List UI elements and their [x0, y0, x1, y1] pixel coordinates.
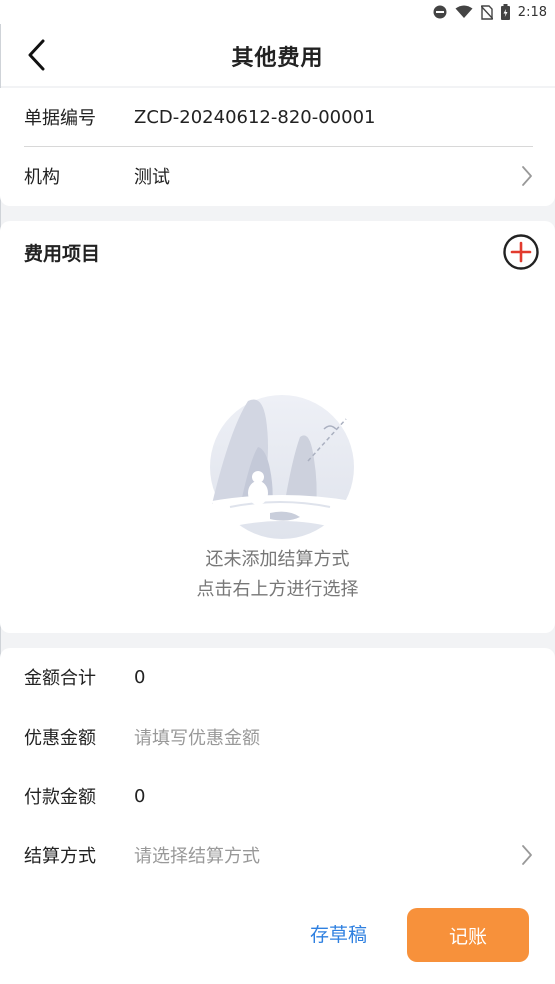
total-amount-label: 金额合计	[24, 668, 96, 689]
footer-actions: 存草稿 记账	[0, 908, 555, 962]
organization-label: 机构	[24, 167, 60, 188]
wifi-icon	[455, 5, 473, 18]
header-bar: 其他费用	[0, 24, 555, 86]
total-amount-value: 0	[134, 666, 146, 688]
post-button[interactable]: 记账	[407, 908, 529, 962]
settlement-method-row[interactable]: 结算方式 请选择结算方式	[0, 826, 555, 884]
discount-amount-label: 优惠金额	[24, 728, 96, 749]
document-number-value: ZCD-20240612-820-00001	[134, 106, 376, 128]
chevron-right-icon	[522, 845, 532, 865]
document-number-label: 单据编号	[24, 108, 96, 129]
organization-row[interactable]: 机构 测试	[0, 147, 555, 205]
payment-amount-row: 付款金额 0	[0, 767, 555, 825]
discount-amount-row[interactable]: 优惠金额 请填写优惠金额	[0, 708, 555, 766]
document-number-row: 单据编号 ZCD-20240612-820-00001	[0, 88, 555, 146]
payment-amount-value: 0	[134, 785, 146, 807]
status-icons: 2:18	[433, 2, 547, 22]
page-title: 其他费用	[231, 46, 324, 71]
settlement-method-label: 结算方式	[24, 846, 96, 867]
clock-text: 2:18	[517, 4, 547, 20]
expense-items-title: 费用项目	[24, 243, 101, 265]
do-not-disturb-icon	[433, 5, 447, 19]
empty-state-illustration	[210, 395, 354, 539]
total-amount-row: 金额合计 0	[0, 648, 555, 706]
battery-icon	[500, 4, 510, 20]
add-circle-icon[interactable]	[502, 233, 540, 271]
empty-state-line1: 还未添加结算方式	[205, 549, 350, 570]
expense-items-card: 费用项目 还未添加结算方式 点击右上方进行选择	[0, 221, 555, 633]
organization-value: 测试	[134, 167, 170, 188]
no-sim-icon	[480, 4, 493, 20]
chevron-right-icon	[522, 166, 532, 186]
status-bar: 2:18	[0, 0, 555, 24]
discount-amount-input[interactable]: 请填写优惠金额	[134, 724, 260, 750]
payment-amount-label: 付款金额	[24, 787, 96, 808]
empty-state-line2: 点击右上方进行选择	[196, 579, 359, 600]
settlement-method-select[interactable]: 请选择结算方式	[134, 842, 260, 868]
save-draft-button[interactable]: 存草稿	[310, 920, 367, 947]
document-info-card: 单据编号 ZCD-20240612-820-00001 机构 测试	[0, 88, 555, 206]
